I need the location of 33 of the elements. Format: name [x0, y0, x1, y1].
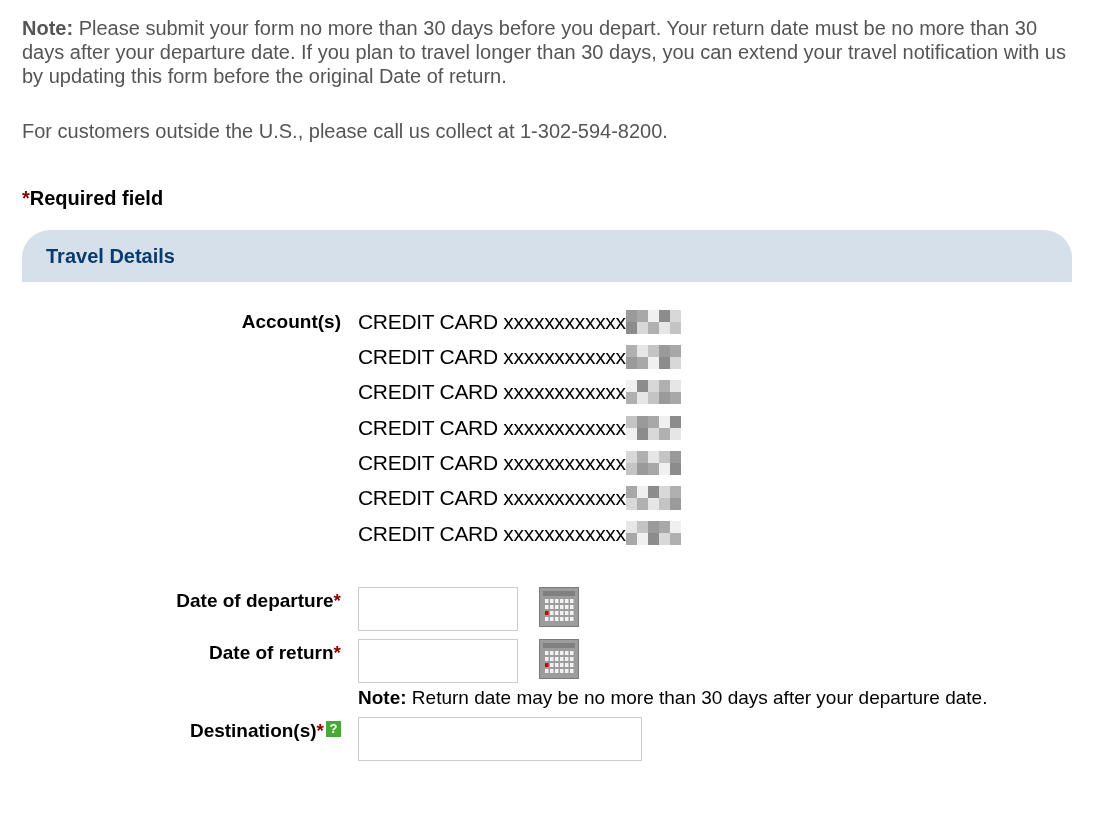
account-entry: CREDIT CARD xxxxxxxxxxxx: [358, 450, 626, 477]
calendar-button[interactable]: [539, 639, 579, 680]
account-entry: CREDIT CARD xxxxxxxxxxxx: [358, 520, 626, 547]
field-label: Date of return: [209, 641, 334, 666]
redacted-digits-icon: [625, 521, 681, 546]
account-entry: CREDIT CARD xxxxxxxxxxxx: [358, 344, 626, 371]
account-entry: CREDIT CARD xxxxxxxxxxxx: [358, 414, 626, 441]
field-note: Note: Return date may be no more than 30 days after your departure date.: [358, 687, 989, 710]
redacted-digits-icon: [625, 486, 681, 511]
required-legend: Required field: [29, 183, 164, 213]
required-asterisk: *: [22, 186, 30, 211]
field-label: Destination(s): [189, 719, 317, 744]
field-label: Account(s): [241, 311, 341, 332]
destination-field[interactable]: [358, 717, 642, 762]
section-title: Travel Details: [46, 244, 175, 269]
contact-note: For customers outside the U.S., please call us collect at 1-302-594-8200.: [22, 119, 669, 143]
redacted-digits-icon: [625, 380, 681, 405]
account-entry: CREDIT CARD xxxxxxxxxxxx: [358, 485, 626, 512]
intro-note: Note: Please submit your form no more than 30 days before you depart. Your return date must be no more than 30 days after your departure date. If you plan to travel longer than 30 days, you can extend your travel notification with us by updating this form before the original Date of return.: [22, 16, 1067, 88]
help-icon[interactable]: ?: [326, 721, 341, 738]
redacted-digits-icon: [625, 309, 681, 334]
date-field[interactable]: [358, 639, 518, 684]
redacted-digits-icon: [625, 415, 681, 440]
required-asterisk: *: [333, 589, 341, 614]
date-field[interactable]: [358, 587, 518, 632]
field-label: Date of departure: [176, 589, 334, 614]
account-entry: CREDIT CARD xxxxxxxxxxxx: [358, 379, 626, 406]
redacted-digits-icon: [625, 344, 681, 369]
required-asterisk: *: [316, 719, 324, 744]
calendar-button[interactable]: [539, 587, 579, 628]
account-entry: CREDIT CARD xxxxxxxxxxxx: [358, 308, 626, 335]
required-asterisk: *: [333, 641, 341, 666]
redacted-digits-icon: [625, 450, 681, 475]
